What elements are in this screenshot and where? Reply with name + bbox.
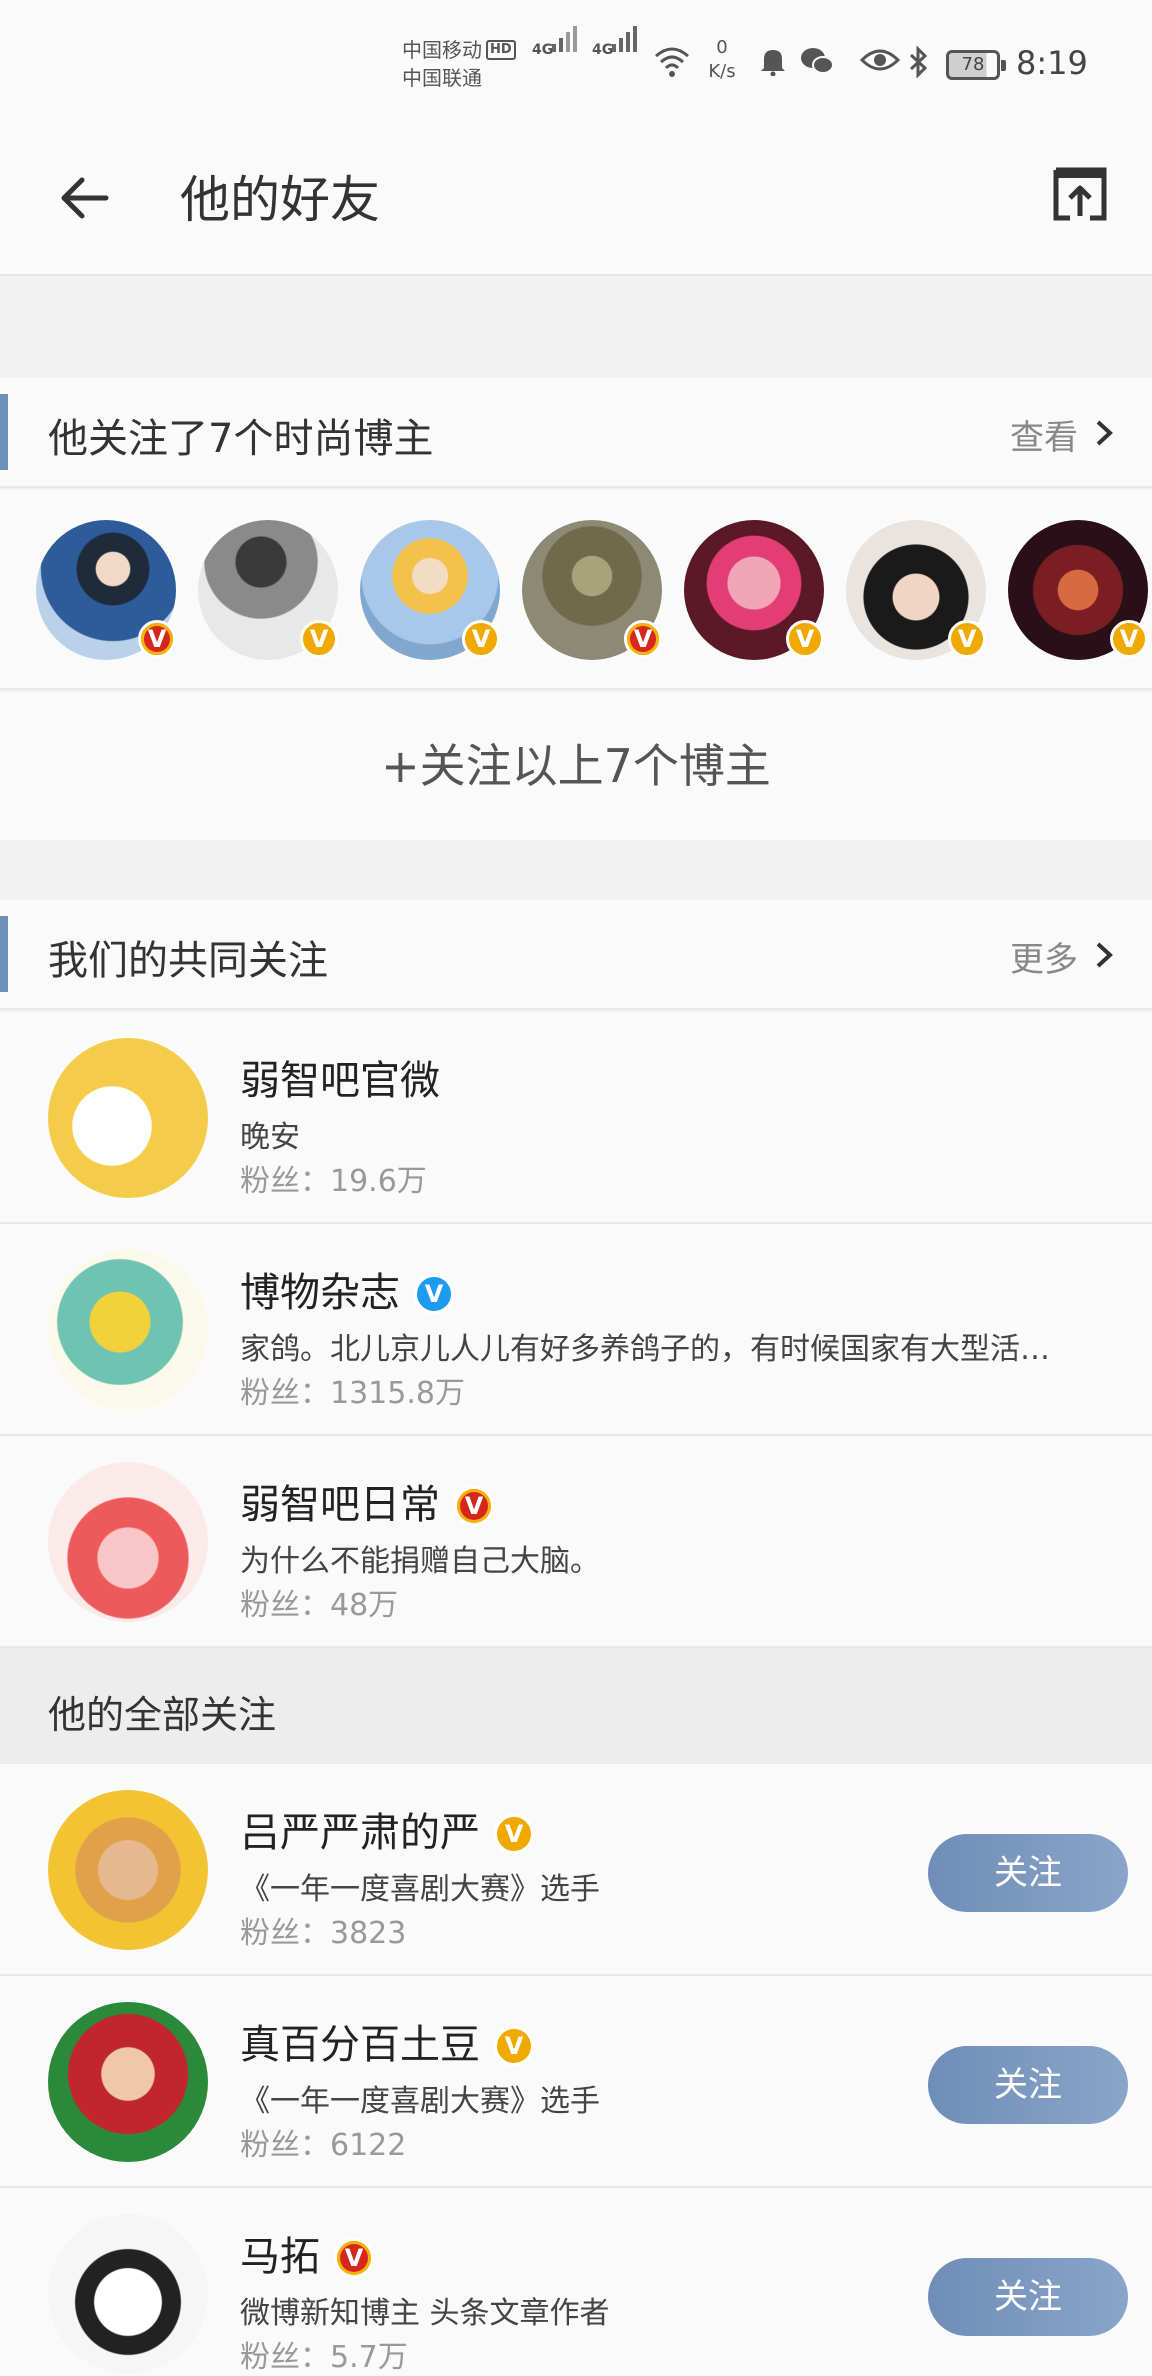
- avatar: [48, 1462, 208, 1622]
- avatar: [48, 2002, 208, 2162]
- verified-badge-icon: V: [138, 620, 176, 658]
- list-item[interactable]: 博物杂志 V 家鸽。北儿京儿人儿有好多养鸽子的，有时候国家有大型活… 粉丝：131…: [0, 1224, 1152, 1436]
- clock: 8:19: [1016, 44, 1088, 82]
- net-speed: 0 K/s: [704, 36, 740, 84]
- back-arrow-icon[interactable]: [54, 168, 114, 228]
- avatar: [48, 1790, 208, 1950]
- all-follows-header: 他的全部关注: [0, 1648, 1152, 1764]
- fan-count: 粉丝：1315.8万: [240, 1376, 465, 1411]
- fashion-avatar-2[interactable]: V: [198, 520, 338, 660]
- fashion-avatar-3[interactable]: V: [360, 520, 500, 660]
- avatar: [48, 1038, 208, 1198]
- fan-count: 粉丝：6122: [240, 2128, 407, 2163]
- follow-all-button[interactable]: +关注以上7个博主: [0, 692, 1152, 840]
- chevron-right-icon[interactable]: [1092, 418, 1116, 448]
- hd-badge: HD: [486, 40, 516, 60]
- fan-count: 粉丝：5.7万: [240, 2340, 408, 2375]
- fashion-avatar-5[interactable]: V: [684, 520, 824, 660]
- fan-count: 粉丝：48万: [240, 1588, 399, 1623]
- net-speed-value: 0: [716, 37, 728, 58]
- fashion-section-title: 他关注了7个时尚博主: [48, 416, 434, 462]
- share-icon[interactable]: [1052, 166, 1108, 222]
- user-name: 吕严严肃的严 V: [240, 1800, 534, 1858]
- user-name: 真百分百土豆 V: [240, 2012, 534, 2070]
- user-name: 博物杂志 V: [240, 1260, 454, 1318]
- fashion-avatar-6[interactable]: V: [846, 520, 986, 660]
- verified-badge-icon: V: [494, 1814, 534, 1854]
- section-accent-bar: [0, 916, 8, 992]
- fashion-avatar-4[interactable]: V: [522, 520, 662, 660]
- wechat-icon: [801, 48, 834, 74]
- verified-badge-icon: V: [454, 1486, 494, 1526]
- battery-indicator: 78: [946, 50, 1006, 80]
- net-speed-unit: K/s: [708, 61, 736, 82]
- status-bar: 中国移动 HD 中国联通 4G 4G 0 K/s 78 8:19: [0, 0, 1152, 130]
- common-section-header: 我们的共同关注 更多: [0, 900, 1152, 1010]
- carrier-2: 中国联通: [402, 66, 482, 90]
- verified-badge-icon: V: [334, 2238, 374, 2278]
- verified-badge-icon: V: [462, 620, 500, 658]
- fashion-avatar-7[interactable]: V: [1008, 520, 1148, 660]
- page-title: 他的好友: [180, 171, 380, 229]
- verified-badge-icon: V: [494, 2026, 534, 2066]
- fashion-avatar-row: V V V V V V V: [0, 490, 1152, 690]
- avatar: [48, 2214, 208, 2374]
- avatar: [48, 1250, 208, 1410]
- bluetooth-icon: [909, 46, 928, 78]
- eye-icon: [860, 49, 900, 71]
- all-follows-title: 他的全部关注: [48, 1693, 277, 1737]
- wifi-icon: [655, 47, 689, 77]
- list-item[interactable]: 弱智吧官微 晚安 粉丝：19.6万: [0, 1012, 1152, 1224]
- network-type-2: 4G: [592, 42, 614, 58]
- chevron-right-icon[interactable]: [1092, 940, 1116, 970]
- network-type-1: 4G: [532, 42, 554, 58]
- verified-badge-icon: V: [786, 620, 824, 658]
- verified-badge-icon: V: [1110, 620, 1148, 658]
- view-link[interactable]: 查看: [1010, 410, 1078, 459]
- user-name: 马拓 V: [240, 2224, 374, 2282]
- fan-count: 粉丝：3823: [240, 1916, 407, 1951]
- verified-badge-icon: V: [624, 620, 662, 658]
- follow-button[interactable]: 关注: [928, 2046, 1128, 2124]
- common-section-title: 我们的共同关注: [48, 938, 328, 984]
- list-item[interactable]: 马拓 V 微博新知博主 头条文章作者 粉丝：5.7万 关注: [0, 2188, 1152, 2376]
- carrier-info: 中国移动 HD 中国联通: [402, 36, 516, 92]
- more-link[interactable]: 更多: [1010, 932, 1078, 981]
- follow-button[interactable]: 关注: [928, 2258, 1128, 2336]
- verified-badge-icon: V: [948, 620, 986, 658]
- verified-badge-icon: V: [414, 1274, 454, 1314]
- fashion-avatar-1[interactable]: V: [36, 520, 176, 660]
- user-name: 弱智吧日常 V: [240, 1472, 494, 1530]
- app-header: 他的好友: [0, 130, 1152, 276]
- bell-icon: [761, 50, 785, 76]
- user-name: 弱智吧官微: [240, 1058, 440, 1104]
- user-desc: 晚安: [240, 1120, 300, 1155]
- list-item[interactable]: 吕严严肃的严 V 《一年一度喜剧大赛》选手 粉丝：3823 关注: [0, 1764, 1152, 1976]
- user-desc: 家鸽。北儿京儿人儿有好多养鸽子的，有时候国家有大型活…: [240, 1332, 1050, 1367]
- list-item[interactable]: 弱智吧日常 V 为什么不能捐赠自己大脑。 粉丝：48万: [0, 1436, 1152, 1648]
- fan-count: 粉丝：19.6万: [240, 1164, 427, 1199]
- list-item[interactable]: 真百分百土豆 V 《一年一度喜剧大赛》选手 粉丝：6122 关注: [0, 1976, 1152, 2188]
- follow-button[interactable]: 关注: [928, 1834, 1128, 1912]
- verified-badge-icon: V: [300, 620, 338, 658]
- fashion-section-header: 他关注了7个时尚博主 查看: [0, 378, 1152, 488]
- user-desc: 为什么不能捐赠自己大脑。: [240, 1544, 600, 1579]
- section-accent-bar: [0, 394, 8, 470]
- carrier-1: 中国移动: [402, 38, 482, 62]
